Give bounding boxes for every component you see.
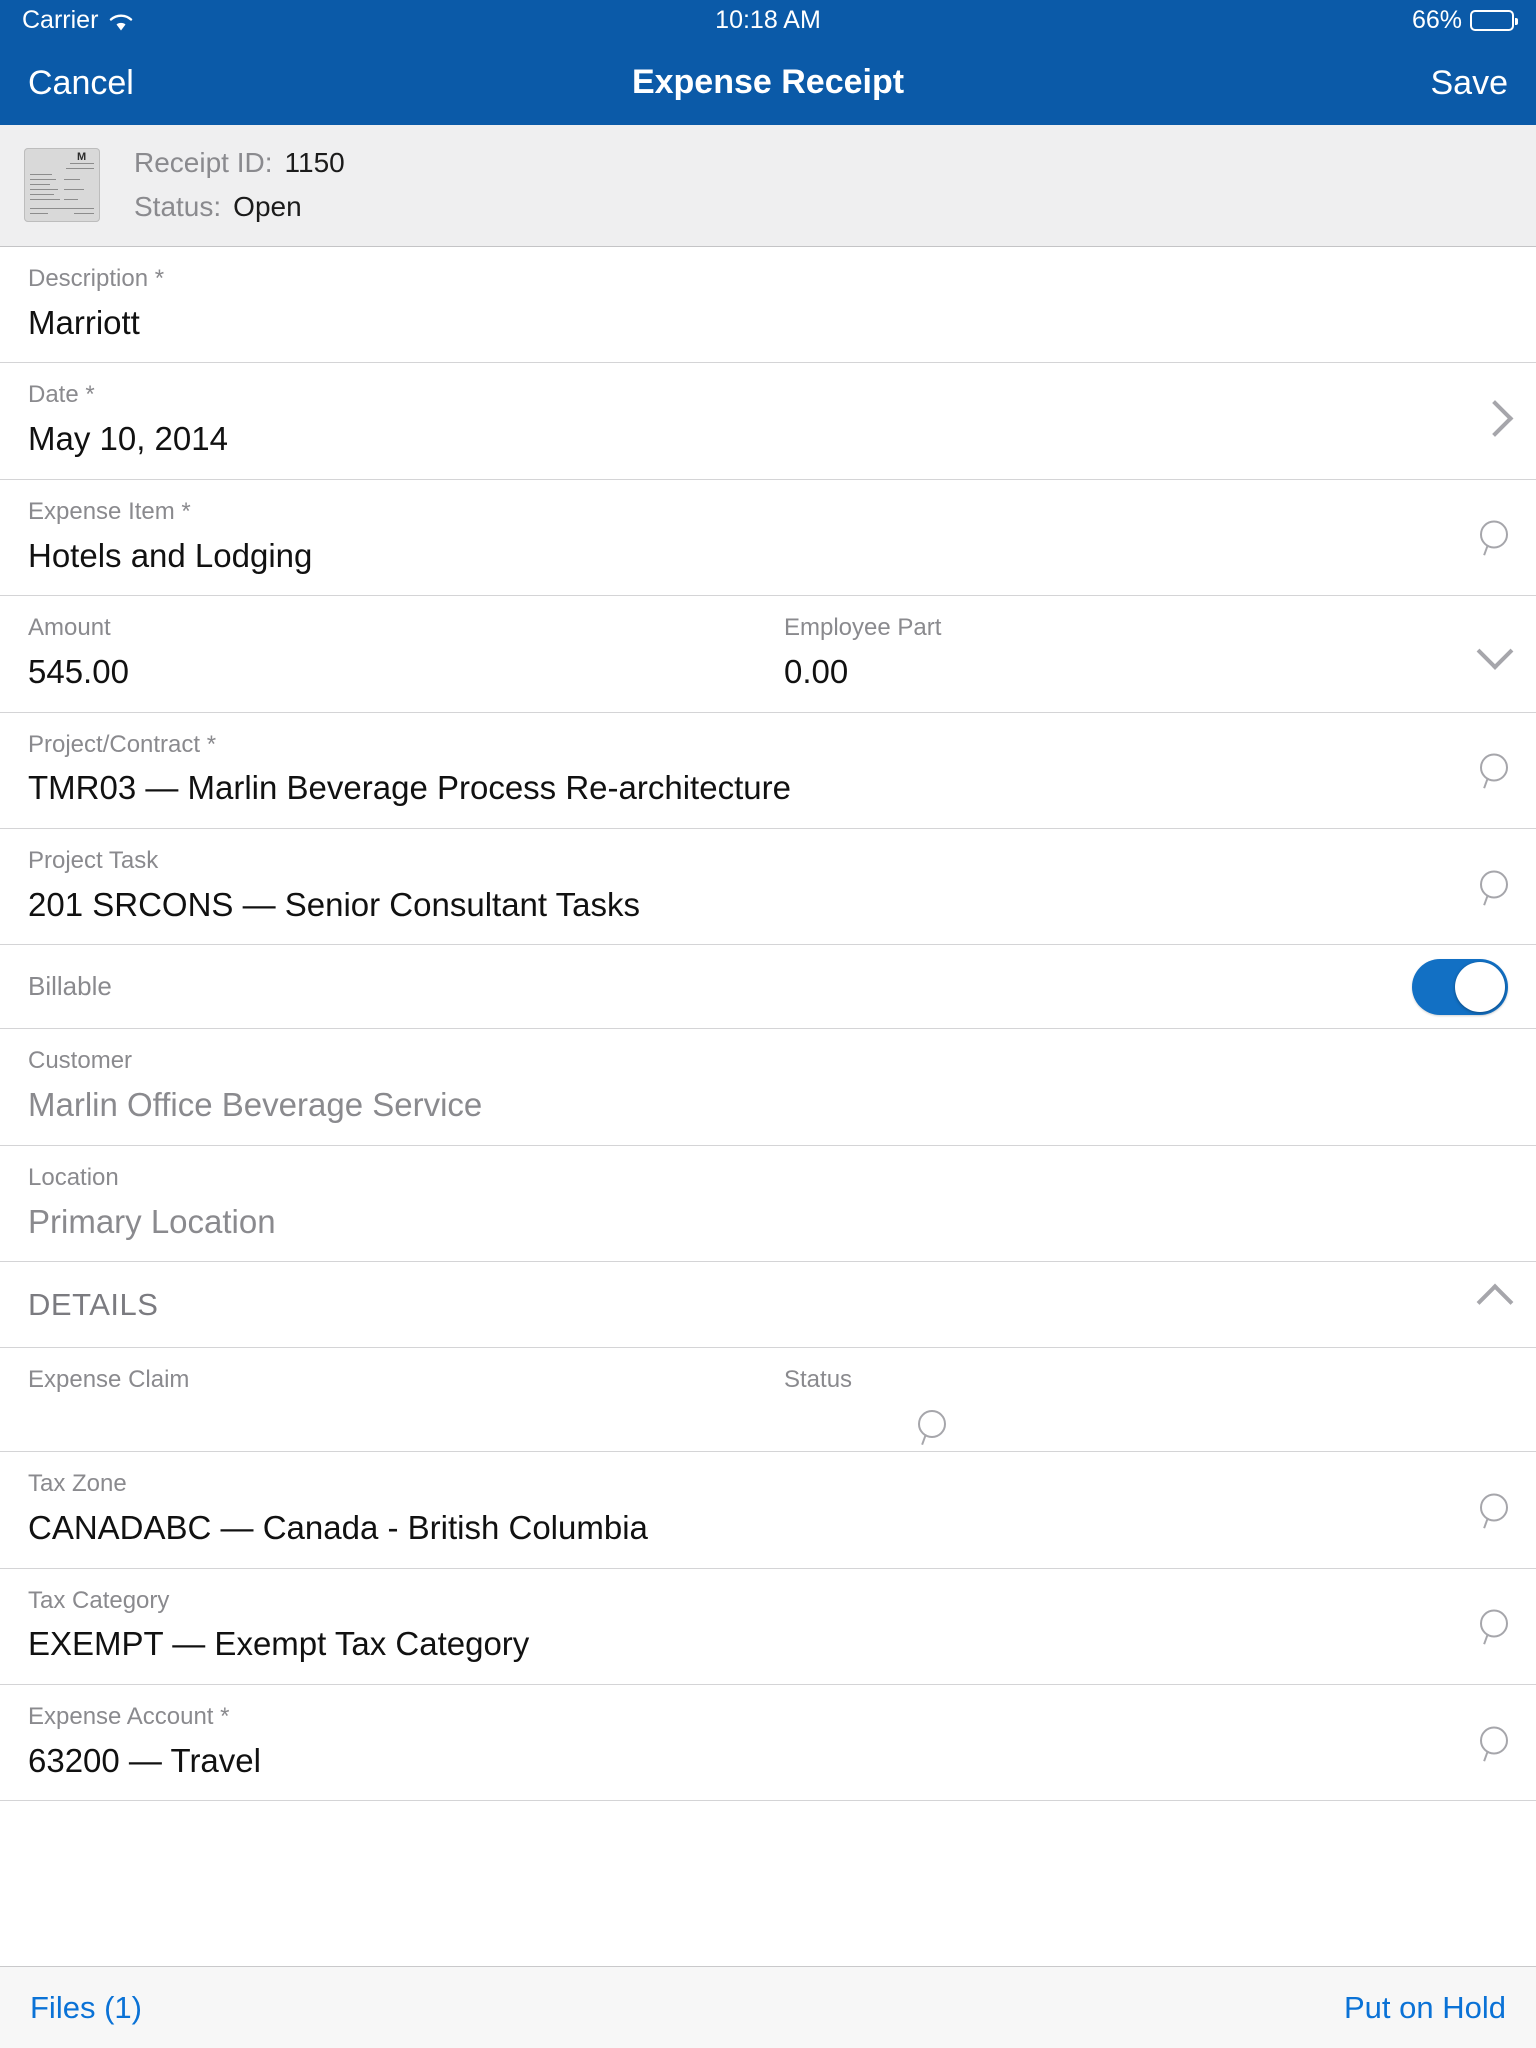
lookup-icon[interactable] [918,1410,946,1443]
field-project-contract[interactable]: Project/Contract * TMR03 — Marlin Bevera… [0,712,1536,829]
battery-icon [1470,9,1518,31]
expense-account-label: Expense Account * [28,1702,230,1730]
field-description[interactable]: Description * Marriott [0,247,1536,364]
expense-claim-column[interactable]: Expense Claim [28,1366,768,1404]
employee-part-label: Employee Part [784,614,942,642]
project-contract-value[interactable]: TMR03 — Marlin Beverage Process Re-archi… [28,768,1508,808]
marriott-logo-icon: M [77,150,86,163]
lookup-icon[interactable] [1480,753,1508,787]
files-button[interactable]: Files (1) [30,1990,142,2026]
project-task-value[interactable]: 201 SRCONS — Senior Consultant Tasks [28,885,1508,925]
customer-label: Customer [28,1047,133,1075]
receipt-id-row: Receipt ID: 1150 [134,147,345,179]
billable-label: Billable [28,971,112,1002]
claim-status-column[interactable]: Status [768,1366,1508,1439]
battery-percent-label: 66% [1411,5,1462,34]
receipt-summary-panel: M Receipt ID: 1150 Status: Open [0,125,1536,247]
tax-category-value[interactable]: EXEMPT — Exempt Tax Category [28,1624,1508,1664]
amount-label: Amount [28,614,111,642]
lookup-icon[interactable] [1480,1609,1508,1643]
tax-zone-value[interactable]: CANADABC — Canada - British Columbia [28,1508,1508,1548]
form-scroll-area[interactable]: M Receipt ID: 1150 Status: Open Descript… [0,125,1536,1966]
field-tax-zone[interactable]: Tax Zone CANADABC — Canada - British Col… [0,1452,1536,1569]
clock: 10:18 AM [715,5,821,34]
tax-zone-label: Tax Zone [28,1470,127,1498]
chevron-up-icon[interactable] [1476,1283,1514,1321]
location-value: Primary Location [28,1202,276,1240]
receipt-id-label: Receipt ID: [134,146,273,178]
put-on-hold-button[interactable]: Put on Hold [1344,1990,1506,2026]
field-customer: Customer Marlin Office Beverage Service [0,1029,1536,1146]
employee-part-column[interactable]: Employee Part 0.00 [768,614,1508,691]
field-date[interactable]: Date * May 10, 2014 [0,363,1536,480]
date-value[interactable]: May 10, 2014 [28,419,1508,459]
cancel-button[interactable]: Cancel [28,66,134,100]
customer-value: Marlin Office Beverage Service [28,1086,483,1124]
tax-category-label: Tax Category [28,1586,170,1614]
section-header-details[interactable]: DETAILS [0,1262,1536,1349]
claim-status-label: Status [784,1366,853,1394]
status-bar-right: 66% [1411,5,1518,35]
navigation-bar: Cancel Expense Receipt Save [0,40,1536,125]
description-label: Description * [28,265,165,292]
wifi-icon [108,10,134,31]
receipt-summary-text: Receipt ID: 1150 Status: Open [134,147,345,223]
carrier-label: Carrier [22,5,99,34]
field-tax-category[interactable]: Tax Category EXEMPT — Exempt Tax Categor… [0,1568,1536,1685]
expense-item-label: Expense Item * [28,497,191,525]
status-row: Status: Open [134,191,345,223]
expense-account-value[interactable]: 63200 — Travel [28,1741,1508,1781]
description-input[interactable]: Marriott [28,303,1508,343]
save-button[interactable]: Save [1431,66,1509,100]
receipt-status-label: Status: [134,190,222,222]
status-bar-left: Carrier [22,6,134,35]
employee-part-input[interactable]: 0.00 [784,652,1508,692]
field-expense-item[interactable]: Expense Item * Hotels and Lodging [0,479,1536,597]
lookup-icon[interactable] [1480,870,1508,903]
project-task-label: Project Task [28,846,159,874]
chevron-down-icon[interactable] [1476,632,1514,670]
amount-column[interactable]: Amount 545.00 [28,614,768,691]
receipt-status-value: Open [233,190,302,222]
chevron-right-icon[interactable] [1476,400,1514,437]
lookup-icon[interactable] [1480,1493,1508,1526]
date-label: Date * [28,381,95,409]
bottom-toolbar: Files (1) Put on Hold [0,1966,1536,2048]
receipt-thumbnail[interactable]: M [24,147,100,222]
amount-input[interactable]: 545.00 [28,652,768,692]
field-expense-account[interactable]: Expense Account * 63200 — Travel [0,1684,1536,1802]
field-location: Location Primary Location [0,1145,1536,1263]
toggle-knob [1455,961,1505,1012]
project-contract-label: Project/Contract * [28,730,217,758]
expense-item-value[interactable]: Hotels and Lodging [28,536,1508,576]
page-title: Expense Receipt [631,63,905,101]
field-billable[interactable]: Billable [0,945,1536,1030]
details-section-title: DETAILS [28,1286,159,1322]
field-amount-employee-part[interactable]: Amount 545.00 Employee Part 0.00 [0,596,1536,713]
billable-toggle[interactable] [1412,958,1508,1015]
location-label: Location [28,1163,119,1191]
lookup-icon[interactable] [1480,520,1508,554]
expense-claim-label: Expense Claim [28,1366,190,1394]
lookup-icon[interactable] [1480,1726,1508,1759]
field-expense-claim-status[interactable]: Expense Claim Status [0,1348,1536,1453]
field-project-task[interactable]: Project Task 201 SRCONS — Senior Consult… [0,828,1536,946]
status-bar: Carrier 10:18 AM 66% [0,0,1536,40]
receipt-id-value: 1150 [284,146,345,178]
